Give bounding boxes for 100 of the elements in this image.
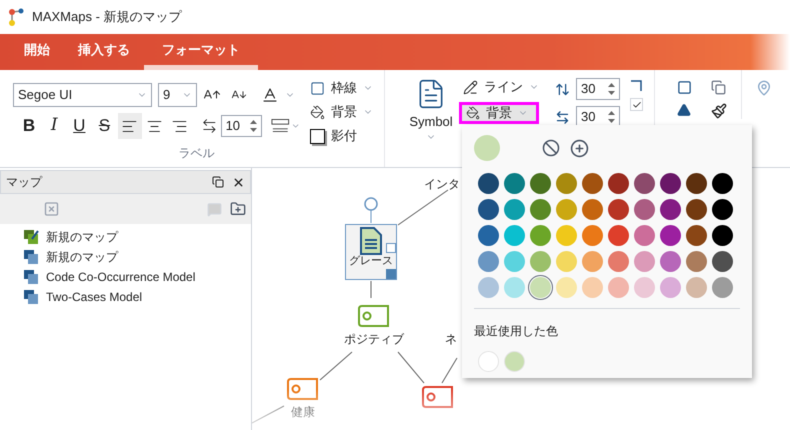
color-swatch[interactable]: [556, 173, 577, 194]
color-swatch[interactable]: [660, 173, 681, 194]
new-folder-icon[interactable]: [230, 201, 246, 217]
arrange-icon[interactable]: [711, 80, 726, 95]
color-swatch[interactable]: [712, 225, 733, 246]
color-swatch[interactable]: [660, 225, 681, 246]
color-swatch[interactable]: [478, 199, 499, 220]
connect-handle[interactable]: [386, 243, 396, 253]
color-swatch[interactable]: [660, 277, 681, 298]
color-swatch[interactable]: [504, 277, 525, 298]
color-swatch[interactable]: [686, 251, 707, 272]
text-style-button[interactable]: S: [92, 113, 116, 139]
background-button[interactable]: 背景: [459, 102, 539, 124]
color-swatch[interactable]: [634, 277, 655, 298]
text-style-button[interactable]: B: [17, 113, 42, 139]
frame-option[interactable]: 背景: [310, 102, 384, 122]
color-swatch[interactable]: [582, 251, 603, 272]
frame-option[interactable]: 影付: [310, 126, 384, 146]
color-swatch[interactable]: [608, 277, 629, 298]
color-swatch[interactable]: [556, 199, 577, 220]
node-label: ポジティブ: [344, 331, 404, 348]
color-swatch[interactable]: [608, 251, 629, 272]
corner-icon: [630, 80, 642, 92]
color-swatch[interactable]: [556, 225, 577, 246]
font-color-icon[interactable]: [261, 86, 279, 104]
node-label: グレース: [349, 255, 393, 269]
color-swatch[interactable]: [530, 199, 551, 220]
color-swatch[interactable]: [608, 173, 629, 194]
color-swatch[interactable]: [556, 251, 577, 272]
app-logo-icon: [8, 8, 24, 26]
resize-handle[interactable]: [386, 269, 396, 279]
color-swatch[interactable]: [582, 173, 603, 194]
color-swatch[interactable]: [608, 225, 629, 246]
close-icon[interactable]: [232, 176, 245, 188]
edit-map-icon: [24, 230, 39, 244]
ratio-checkbox[interactable]: [630, 98, 643, 111]
color-swatch[interactable]: [478, 225, 499, 246]
color-swatch[interactable]: [608, 199, 629, 220]
map-list-item[interactable]: Two-Cases Model: [24, 287, 251, 307]
color-swatch[interactable]: [530, 251, 551, 272]
color-swatch[interactable]: [712, 199, 733, 220]
color-swatch[interactable]: [634, 251, 655, 272]
color-swatch[interactable]: [686, 225, 707, 246]
map-icon: [24, 270, 39, 284]
shape-icon[interactable]: [677, 80, 692, 95]
map-pin-icon[interactable]: [756, 80, 772, 96]
ribbon-tab[interactable]: 開始: [10, 34, 64, 70]
brush-icon[interactable]: [711, 103, 727, 119]
restore-icon[interactable]: [212, 176, 224, 188]
color-swatch[interactable]: [686, 199, 707, 220]
color-swatch[interactable]: [478, 173, 499, 194]
map-icon: [24, 290, 39, 304]
color-swatch[interactable]: [478, 251, 499, 272]
text-style-button[interactable]: I: [42, 113, 66, 139]
spinner-arrows-icon: [608, 110, 615, 124]
symbol-button[interactable]: Symbol: [409, 78, 453, 167]
paint-bucket-icon: [466, 106, 480, 120]
color-swatch[interactable]: [686, 277, 707, 298]
rotate-handle[interactable]: [364, 197, 378, 211]
color-swatch[interactable]: [504, 351, 525, 372]
color-swatch[interactable]: [530, 277, 551, 298]
map-list-item[interactable]: 新規のマップ: [24, 227, 251, 247]
color-swatch[interactable]: [530, 173, 551, 194]
document-node[interactable]: グレース: [345, 224, 397, 280]
node-label: ネ: [445, 331, 457, 348]
color-swatch[interactable]: [504, 225, 525, 246]
color-swatch[interactable]: [634, 173, 655, 194]
map-list-item[interactable]: 新規のマップ: [24, 247, 251, 267]
line-button[interactable]: ライン: [463, 78, 539, 96]
color-swatch[interactable]: [686, 173, 707, 194]
color-swatch[interactable]: [582, 225, 603, 246]
wrap-text-icon[interactable]: [271, 118, 290, 134]
color-swatch[interactable]: [660, 199, 681, 220]
color-swatch[interactable]: [504, 199, 525, 220]
color-swatch[interactable]: [712, 173, 733, 194]
color-swatch[interactable]: [582, 277, 603, 298]
color-swatch[interactable]: [504, 251, 525, 272]
no-color-icon[interactable]: [542, 139, 560, 157]
add-color-icon[interactable]: [570, 138, 589, 158]
color-swatch[interactable]: [712, 251, 733, 272]
color-swatch[interactable]: [712, 277, 733, 298]
triangle-icon[interactable]: [677, 103, 691, 117]
number-field[interactable]: 30: [576, 78, 620, 100]
ribbon-tab[interactable]: 挿入する: [64, 34, 144, 70]
color-swatch[interactable]: [478, 277, 499, 298]
number-field[interactable]: 10: [220, 115, 262, 137]
text-style-button[interactable]: U: [67, 113, 92, 139]
font-select[interactable]: Segoe UI: [13, 83, 152, 107]
align-button[interactable]: [118, 113, 142, 139]
color-swatch[interactable]: [634, 199, 655, 220]
color-swatch[interactable]: [504, 173, 525, 194]
color-swatch[interactable]: [478, 351, 499, 372]
map-list-item[interactable]: Code Co-Occurrence Model: [24, 267, 251, 287]
color-swatch[interactable]: [530, 225, 551, 246]
frame-option[interactable]: 枠線: [310, 78, 384, 98]
color-swatch[interactable]: [556, 277, 577, 298]
font-size-select[interactable]: 9: [158, 83, 197, 107]
color-swatch[interactable]: [582, 199, 603, 220]
color-swatch[interactable]: [660, 251, 681, 272]
color-swatch[interactable]: [634, 225, 655, 246]
